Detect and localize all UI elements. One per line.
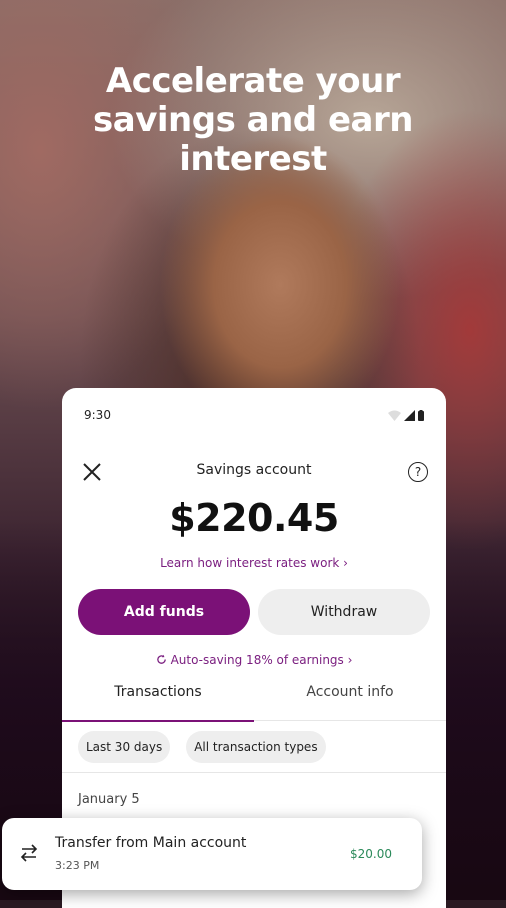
balance-amount: $220.45 — [169, 496, 339, 540]
filter-chips: Last 30 days All transaction types — [78, 731, 326, 763]
page-title: Savings account — [196, 462, 312, 478]
withdraw-button[interactable]: Withdraw — [258, 589, 430, 635]
transaction-row[interactable]: Transfer from Main account 3:23 PM $20.0… — [2, 818, 422, 890]
help-icon[interactable]: ? — [408, 462, 428, 482]
transaction-name: Transfer from Main account — [55, 835, 247, 851]
tab-transactions[interactable]: Transactions — [62, 676, 254, 722]
auto-saving-label: Auto-saving 18% of earnings › — [170, 653, 353, 667]
wifi-icon — [388, 410, 401, 421]
headline-line-3: interest — [179, 139, 327, 179]
add-funds-button[interactable]: Add funds — [78, 589, 250, 635]
learn-interest-link[interactable]: Learn how interest rates work › — [62, 556, 446, 570]
date-group-header: January 5 — [78, 792, 140, 807]
promo-headline: Accelerate your savings and earn interes… — [0, 62, 506, 179]
headline-line-2: savings and earn — [93, 100, 413, 140]
battery-icon — [418, 410, 424, 421]
top-app-bar: Savings account ? — [80, 460, 428, 484]
tab-account-info[interactable]: Account info — [254, 676, 446, 720]
tab-bar: Transactions Account info — [62, 676, 446, 722]
headline-line-1: Accelerate your — [105, 61, 401, 101]
filter-transaction-types[interactable]: All transaction types — [186, 731, 326, 763]
transaction-time: 3:23 PM — [55, 859, 100, 872]
filter-last-30-days[interactable]: Last 30 days — [78, 731, 171, 763]
status-bar: 9:30 — [84, 408, 424, 424]
auto-saving-link[interactable]: Auto-saving 18% of earnings › — [62, 653, 446, 667]
divider — [62, 772, 446, 773]
transfer-arrows-icon — [20, 844, 38, 862]
status-icons — [388, 410, 424, 421]
sync-icon — [156, 654, 166, 664]
signal-icon — [404, 410, 415, 421]
status-time: 9:30 — [84, 408, 111, 422]
transaction-amount: $20.00 — [350, 847, 392, 861]
